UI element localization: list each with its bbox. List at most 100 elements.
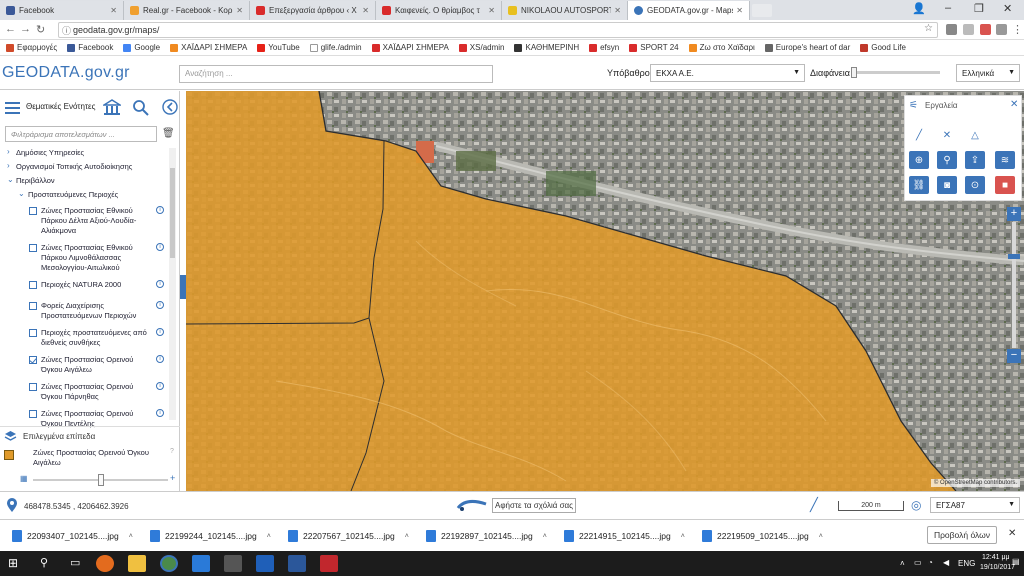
bookmark-item[interactable]: SPORT 24 bbox=[629, 43, 679, 52]
file-explorer-icon[interactable] bbox=[128, 555, 146, 572]
crs-select[interactable]: ΕΓΣΑ87 ▼ bbox=[930, 497, 1020, 513]
bookmark-item[interactable]: Good Life bbox=[860, 43, 906, 52]
site-logo[interactable]: GEODATA.gov.gr bbox=[2, 64, 130, 82]
bookmark-item[interactable]: Google bbox=[123, 43, 160, 52]
language-select[interactable]: Ελληνικά ▼ bbox=[956, 64, 1020, 82]
bookmark-item[interactable]: XS/admin bbox=[458, 43, 504, 52]
chevron-up-icon[interactable]: ˄ bbox=[129, 533, 133, 540]
network-icon[interactable]: ◔ bbox=[928, 558, 933, 567]
download-item[interactable]: 22199244_102145....jpg ˄ bbox=[150, 528, 271, 544]
feedback-button[interactable]: Αφήστε τα σχόλιά σας bbox=[492, 498, 576, 513]
bookmark-item[interactable]: ΧΑΪΔΑΡΙ ΣΗΜΕΡΑ bbox=[371, 43, 449, 52]
close-window-icon[interactable]: ✕ bbox=[1003, 2, 1012, 15]
layer-checkbox[interactable] bbox=[29, 383, 37, 391]
zoom-slider[interactable] bbox=[1008, 222, 1020, 348]
locate-button[interactable]: ⊕ bbox=[909, 151, 929, 169]
layer-item[interactable]: Περιοχές προστατευόμενες από διεθνείς συν… bbox=[0, 328, 165, 348]
info-icon[interactable]: i bbox=[156, 355, 164, 363]
info-icon[interactable]: i bbox=[156, 328, 164, 336]
basemap-select[interactable]: ΕΚΧΑ Α.Ε. ▼ bbox=[650, 64, 805, 82]
category-item[interactable]: › Οργανισμοί Τοπικής Αυτοδιοίκησης bbox=[0, 161, 165, 173]
layers-stack-button[interactable]: ≋ bbox=[995, 151, 1015, 169]
browser-tab[interactable]: Καιφενείς. Ο θρίαμβος τ ✕ bbox=[376, 1, 502, 20]
question-icon[interactable]: ? bbox=[170, 448, 174, 455]
outlook-icon[interactable] bbox=[256, 555, 274, 572]
chrome-icon[interactable] bbox=[160, 555, 178, 572]
layers-icon[interactable] bbox=[4, 100, 22, 116]
bookmark-item[interactable]: Europe's heart of dar bbox=[764, 43, 850, 52]
search-icon[interactable]: ⚲ bbox=[40, 556, 48, 569]
scrollbar-thumb[interactable] bbox=[170, 168, 175, 258]
show-all-downloads-button[interactable]: Προβολή όλων bbox=[927, 526, 997, 544]
bookmark-item[interactable]: ΧΑΪΔΑΡΙ ΣΗΜΕΡΑ bbox=[170, 43, 247, 52]
search-input[interactable]: Αναζήτηση ... bbox=[179, 65, 493, 83]
category-item[interactable]: › Δημόσιες Υπηρεσίες bbox=[0, 147, 165, 159]
close-tab-icon[interactable]: ✕ bbox=[614, 6, 621, 15]
layer-checkbox[interactable] bbox=[29, 207, 37, 215]
info-icon[interactable]: i bbox=[156, 409, 164, 417]
link-button[interactable]: ⛓ bbox=[909, 176, 929, 194]
layer-opacity-slider[interactable] bbox=[33, 474, 168, 486]
layer-checkbox[interactable] bbox=[29, 356, 37, 364]
info-icon[interactable]: ⓘ bbox=[62, 24, 71, 37]
chevron-up-icon[interactable]: ˄ bbox=[543, 533, 547, 540]
layer-item[interactable]: Περιοχές NATURA 2000 i bbox=[0, 280, 165, 290]
extension-icon[interactable] bbox=[963, 24, 974, 35]
close-icon[interactable]: ✕ bbox=[1010, 99, 1018, 110]
screenshot-button[interactable]: ◙ bbox=[937, 176, 957, 194]
browser-tab[interactable]: Επεξεργασία άρθρου ‹ Χ ✕ bbox=[250, 1, 376, 20]
filter-input[interactable]: Φιλτράρισμα αποτελεσμάτων ... bbox=[5, 126, 157, 142]
clear-button[interactable]: ■ bbox=[995, 176, 1015, 194]
map-imagery[interactable] bbox=[186, 91, 1024, 491]
browser-tab[interactable]: Facebook ✕ bbox=[0, 1, 124, 20]
firefox-icon[interactable] bbox=[96, 555, 114, 572]
reload-icon[interactable]: ↻ bbox=[36, 23, 45, 36]
measure-line-button[interactable]: ╱ bbox=[909, 126, 929, 144]
maximize-icon[interactable]: ❐ bbox=[974, 2, 984, 15]
search-icon[interactable] bbox=[132, 99, 150, 117]
layer-item[interactable]: Φορείς Διαχείρισης Προστατευόμενων Περιοχ… bbox=[0, 301, 165, 321]
download-item[interactable]: 22093407_102145....jpg ˄ bbox=[12, 528, 133, 544]
word-icon[interactable] bbox=[288, 555, 306, 572]
layer-checkbox[interactable] bbox=[29, 410, 37, 418]
camera-extension-icon[interactable] bbox=[946, 24, 957, 35]
plus-icon[interactable]: + bbox=[170, 473, 175, 483]
close-downloads-icon[interactable]: ✕ bbox=[1008, 528, 1016, 539]
notifications-icon[interactable]: ▤ bbox=[1012, 557, 1020, 566]
upload-button[interactable]: ⇪ bbox=[965, 151, 985, 169]
pin-button[interactable]: ⚲ bbox=[937, 151, 957, 169]
skype-icon[interactable] bbox=[192, 555, 210, 572]
map-canvas[interactable]: © OpenStreetMap contributors. bbox=[186, 91, 1024, 491]
bookmark-item[interactable]: YouTube bbox=[257, 43, 300, 52]
layer-checkbox[interactable] bbox=[29, 302, 37, 310]
layer-item[interactable]: Ζώνες Προστασίας Εθνικού Πάρκου Λιμνοθάλα… bbox=[0, 243, 165, 273]
download-item[interactable]: 22214915_102145....jpg ˄ bbox=[564, 528, 685, 544]
opacity-slider[interactable] bbox=[850, 67, 940, 78]
measure-area-button[interactable]: ✕ bbox=[937, 126, 957, 144]
layer-opacity-handle[interactable] bbox=[97, 474, 104, 486]
info-icon[interactable]: i bbox=[156, 243, 164, 251]
close-tab-icon[interactable]: ✕ bbox=[110, 6, 117, 15]
bookmark-item[interactable]: Facebook bbox=[67, 43, 113, 52]
layer-item[interactable]: Ζώνες Προστασίας Εθνικού Πάρκου Δέλτα Αξι… bbox=[0, 206, 165, 236]
bookmark-item[interactable]: Ζω στο Χαϊδαρι bbox=[688, 43, 755, 52]
profile-icon[interactable]: 👤 bbox=[912, 2, 926, 15]
task-view-icon[interactable]: ▭ bbox=[70, 556, 80, 569]
download-item[interactable]: 22219509_102145....jpg ˄ bbox=[702, 528, 823, 544]
browser-tab-active[interactable]: GEODATA.gov.gr - Maps ✕ bbox=[628, 1, 750, 20]
close-tab-icon[interactable]: ✕ bbox=[736, 6, 743, 15]
chevron-up-icon[interactable]: ˄ bbox=[405, 533, 409, 540]
layer-checkbox[interactable] bbox=[29, 244, 37, 252]
chevron-up-icon[interactable]: ˄ bbox=[819, 533, 823, 540]
battery-icon[interactable]: ▭ bbox=[914, 558, 922, 567]
layer-checkbox[interactable] bbox=[29, 329, 37, 337]
adblock-extension-icon[interactable] bbox=[980, 24, 991, 35]
category-item[interactable]: ⌄ Περιβάλλον bbox=[0, 175, 165, 187]
info-icon[interactable]: i bbox=[156, 382, 164, 390]
menu-icon[interactable]: ⋮ bbox=[1012, 23, 1023, 36]
chevron-up-icon[interactable]: ˄ bbox=[267, 533, 271, 540]
clock-time[interactable]: 12:41 μμ bbox=[982, 554, 1010, 561]
download-item[interactable]: 22207567_102145....jpg ˄ bbox=[288, 528, 409, 544]
minimize-icon[interactable]: – bbox=[945, 2, 951, 14]
browser-tab[interactable]: NIKOLAOU AUTOSPORT ✕ bbox=[502, 1, 628, 20]
